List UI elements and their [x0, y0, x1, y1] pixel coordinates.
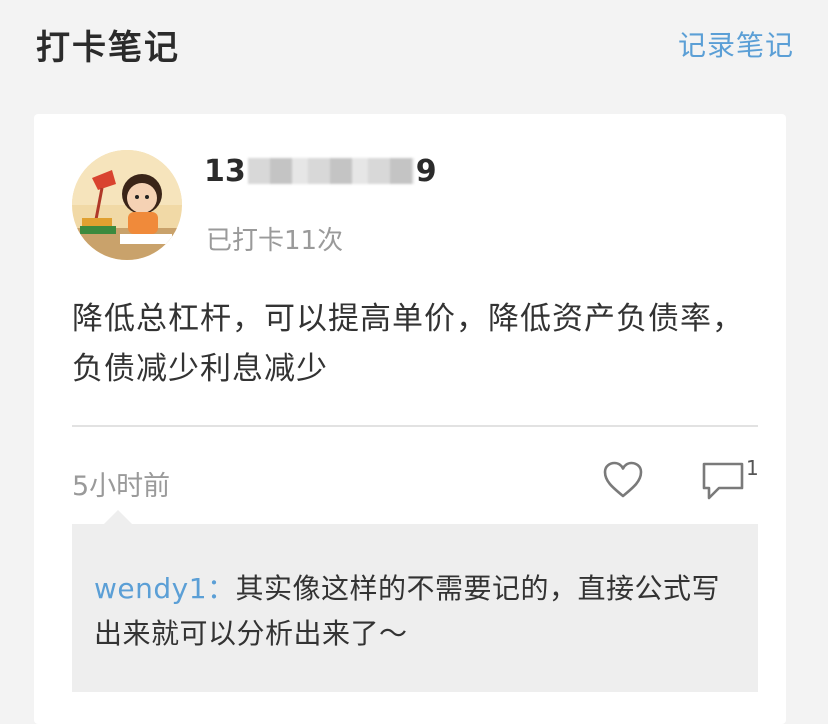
heart-outline-icon [603, 461, 643, 498]
note-body: 降低总杠杆，可以提高单价，降低资产负债率，负债减少利息减少 [72, 301, 744, 387]
comment-count: 1 [746, 456, 759, 480]
reply-pointer [104, 510, 132, 524]
username-redaction [247, 158, 414, 184]
avatar[interactable] [72, 150, 182, 260]
username: 13 9 [204, 154, 437, 189]
like-button[interactable] [602, 460, 644, 500]
username-suffix: 9 [415, 154, 437, 189]
divider [72, 425, 758, 427]
username-prefix: 13 [204, 154, 246, 189]
reply-author[interactable]: wendy1： [94, 572, 236, 605]
page-title: 打卡笔记 [36, 28, 180, 68]
reply-box: wendy1：其实像这样的不需要记的，直接公式写出来就可以分析出来了～ [72, 510, 758, 692]
reply-item[interactable]: wendy1：其实像这样的不需要记的，直接公式写出来就可以分析出来了～ [94, 566, 744, 656]
comment-bubble-icon [702, 462, 744, 500]
note-card: 13 9 已打卡11次 降低总杠杆，可以提高单价，降低资产负债率，负债减少利息减少… [34, 114, 786, 724]
comment-button[interactable] [701, 460, 745, 502]
header: 打卡笔记 记录笔记 [0, 0, 828, 90]
timestamp: 5小时前 [72, 471, 171, 502]
record-note-link[interactable]: 记录笔记 [678, 24, 794, 64]
checkin-count: 已打卡11次 [206, 226, 344, 256]
